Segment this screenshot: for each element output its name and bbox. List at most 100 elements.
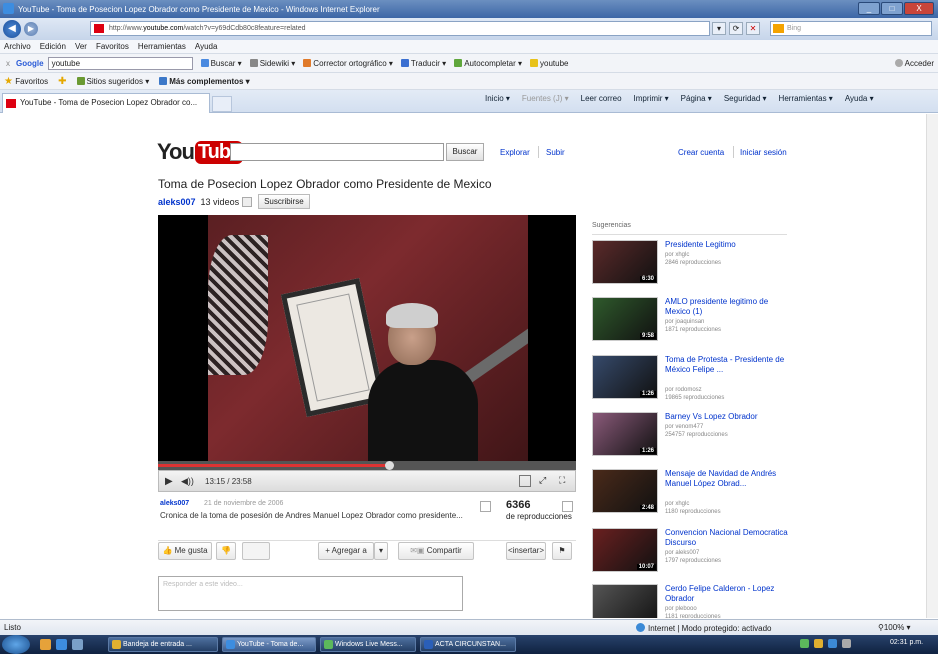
channel-link[interactable]: aleks007 <box>158 197 196 207</box>
video-player[interactable] <box>158 215 576 470</box>
add-to-button[interactable]: + Agregar a <box>318 542 374 560</box>
feeds-button[interactable]: Fuentes (J) ▾ <box>522 94 569 103</box>
google-signin-button[interactable]: Acceder <box>894 58 934 68</box>
suggested-sites-button[interactable]: Sitios sugeridos ▾ <box>76 76 149 86</box>
minimize-button[interactable]: _ <box>858 2 880 15</box>
refresh-icon[interactable]: ⟳ <box>729 22 743 35</box>
suggestion-title[interactable]: Toma de Protesta - Presidente de México … <box>665 355 790 375</box>
flag-button[interactable]: ⚑ <box>552 542 572 560</box>
popout-icon[interactable] <box>519 475 531 487</box>
suggestion-title[interactable]: Barney Vs Lopez Obrador <box>665 412 790 422</box>
comment-input[interactable]: Responder a este video... <box>158 576 463 611</box>
read-mail-button[interactable]: Leer correo <box>581 94 622 103</box>
add-to-dropdown[interactable]: ▾ <box>374 542 388 560</box>
suggestion-thumbnail[interactable]: 2:48 <box>592 469 658 513</box>
suggestion-thumbnail[interactable]: 1:26 <box>592 355 658 399</box>
print-button[interactable]: Imprimir ▾ <box>634 94 669 103</box>
youtube-search-button[interactable]: Buscar <box>446 143 484 161</box>
share-button[interactable]: ✉▣ Compartir <box>398 542 474 560</box>
zoom-level[interactable]: ⚲100% ▾ <box>878 623 911 632</box>
youtube-search-input[interactable] <box>230 143 444 161</box>
explore-link[interactable]: Explorar <box>500 148 530 157</box>
menu-herramientas[interactable]: Herramientas <box>138 42 186 51</box>
tray-icon[interactable] <box>814 639 823 648</box>
suggestion-item[interactable]: 4:13 Cerdo Felipe Calderon - Lopez Obrado… <box>592 584 792 618</box>
maximize-button[interactable]: □ <box>881 2 903 15</box>
stop-icon[interactable]: ✕ <box>746 22 760 35</box>
upload-link[interactable]: Subir <box>546 148 565 157</box>
tray-icon[interactable] <box>800 639 809 648</box>
menu-ver[interactable]: Ver <box>75 42 87 51</box>
task-acta[interactable]: ACTA CIRCUNSTAN... <box>420 637 516 652</box>
suggestion-item[interactable]: 6:30 Presidente Legitimo por xhglc 2846 rep… <box>592 240 792 296</box>
menu-ayuda[interactable]: Ayuda <box>195 42 218 51</box>
bing-search-input[interactable]: Bing <box>770 21 932 36</box>
suggestion-item[interactable]: 2:48 Mensaje de Navidad de Andrés Manuel … <box>592 469 792 525</box>
network-icon[interactable] <box>828 639 837 648</box>
suggestion-title[interactable]: Convencion Nacional Democratica Discurso <box>665 528 790 548</box>
back-button[interactable]: ◀ <box>3 20 21 38</box>
suggestion-thumbnail[interactable]: 4:13 <box>592 584 658 618</box>
autofill-button[interactable]: Autocompletar ▾ <box>454 58 522 68</box>
tools-button[interactable]: Herramientas ▾ <box>779 94 833 103</box>
more-addons-button[interactable]: Más complementos ▾ <box>159 76 250 86</box>
expand-description-button[interactable] <box>480 501 491 512</box>
start-button[interactable] <box>2 635 30 654</box>
help-button[interactable]: Ayuda ▾ <box>845 94 874 103</box>
suggestion-thumbnail[interactable]: 10:07 <box>592 528 658 572</box>
close-toolbar-button[interactable]: x <box>6 59 10 68</box>
close-window-button[interactable]: X <box>904 2 934 15</box>
new-tab-button[interactable] <box>212 96 232 112</box>
suggestion-item[interactable]: 1:26 Barney Vs Lopez Obrador por venom477 2… <box>592 412 792 468</box>
menu-edicion[interactable]: Edición <box>40 42 66 51</box>
task-outlook[interactable]: Bandeja de entrada ... <box>108 637 218 652</box>
page-button[interactable]: Página ▾ <box>681 94 712 103</box>
safety-button[interactable]: Seguridad ▾ <box>724 94 767 103</box>
translate-button[interactable]: Traducir ▾ <box>400 58 446 68</box>
suggestion-thumbnail[interactable]: 9:58 <box>592 297 658 341</box>
suggestion-item[interactable]: 10:07 Convencion Nacional Democratica Dis… <box>592 528 792 584</box>
dislike-button[interactable]: 👎 <box>216 542 236 560</box>
video-progress-bar[interactable] <box>158 461 576 470</box>
author-link[interactable]: aleks007 <box>160 500 189 507</box>
clock[interactable]: 02:31 p.m. <box>890 639 923 646</box>
page-scrollbar[interactable] <box>926 114 938 618</box>
volume-icon[interactable]: ◀)) <box>181 476 194 487</box>
suggestion-title[interactable]: AMLO presidente legitimo de Mexico (1) <box>665 297 790 317</box>
home-button[interactable]: Inicio ▾ <box>485 94 510 103</box>
like-button[interactable]: 👍 Me gusta <box>158 542 212 560</box>
task-messenger[interactable]: Windows Live Mess... <box>320 637 416 652</box>
forward-button[interactable]: ▶ <box>24 22 38 36</box>
menu-favoritos[interactable]: Favoritos <box>96 42 129 51</box>
show-desktop-icon[interactable] <box>40 639 51 650</box>
address-bar[interactable]: http://www.youtube.com/watch?v=y69dCdb80… <box>90 21 710 36</box>
ie-quicklaunch-icon[interactable] <box>56 639 67 650</box>
suggestion-item[interactable]: 9:58 AMLO presidente legitimo de Mexico (… <box>592 297 792 353</box>
suggestion-title[interactable]: Mensaje de Navidad de Andrés Manuel Lópe… <box>665 469 790 489</box>
suggestion-title[interactable]: Cerdo Felipe Calderon - Lopez Obrador <box>665 584 790 604</box>
suggestion-item[interactable]: 1:26 Toma de Protesta - Presidente de Méx… <box>592 355 792 411</box>
google-search-input[interactable]: youtube <box>47 56 193 70</box>
expand-icon[interactable]: ⤢ <box>539 475 551 487</box>
play-icon[interactable]: ▶ <box>165 476 173 487</box>
compatibility-icon[interactable]: ▾ <box>712 22 726 35</box>
explorer-quicklaunch-icon[interactable] <box>72 639 83 650</box>
security-zone[interactable]: Internet | Modo protegido: activado <box>636 623 772 633</box>
tab-youtube[interactable]: YouTube - Toma de Posecion Lopez Obrador… <box>2 93 210 113</box>
suggestion-thumbnail[interactable]: 6:30 <box>592 240 658 284</box>
task-youtube[interactable]: YouTube - Toma de... <box>222 637 316 652</box>
spellcheck-button[interactable]: Corrector ortográfico ▾ <box>303 58 393 68</box>
stats-button[interactable] <box>562 501 573 512</box>
sign-in-link[interactable]: Iniciar sesión <box>740 148 787 157</box>
subscribe-button[interactable]: Suscribirse <box>258 194 310 209</box>
sidewiki-button[interactable]: Sidewiki ▾ <box>249 58 295 68</box>
highlight-button[interactable]: youtube <box>530 58 568 68</box>
channel-videos-toggle[interactable] <box>242 196 253 207</box>
add-favorite-icon[interactable]: ✚ <box>58 76 66 87</box>
progress-handle[interactable] <box>385 461 395 470</box>
google-search-button[interactable]: Buscar ▾ <box>200 58 242 68</box>
menu-archivo[interactable]: Archivo <box>4 42 31 51</box>
fullscreen-icon[interactable]: ⛶ <box>559 475 571 487</box>
embed-button[interactable]: <insertar> <box>506 542 546 560</box>
suggestion-title[interactable]: Presidente Legitimo <box>665 240 790 250</box>
